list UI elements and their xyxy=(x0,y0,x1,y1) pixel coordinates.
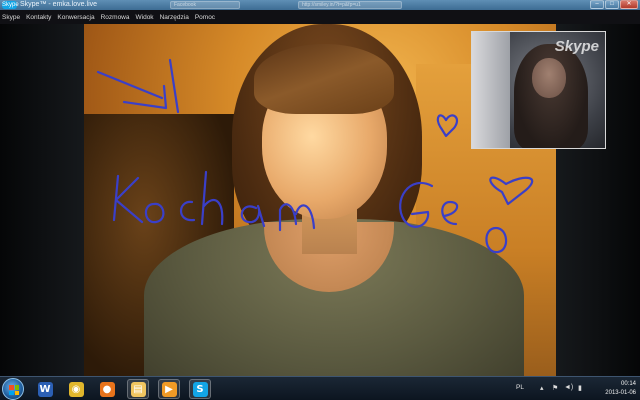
drawn-heart-large xyxy=(489,176,534,206)
menu-conversation[interactable]: Konwersacja xyxy=(57,14,94,21)
chrome-icon-glyph: ◉ xyxy=(68,381,84,397)
media-player-icon[interactable]: ▶ xyxy=(158,379,180,399)
handwriting-m xyxy=(278,203,316,232)
handwriting-g xyxy=(399,182,434,228)
firefox-icon[interactable]: ● xyxy=(96,379,118,399)
explorer-icon-glyph: ▤ xyxy=(130,381,146,397)
preview-curtain xyxy=(472,32,510,148)
firefox-icon-glyph: ● xyxy=(99,381,115,397)
preview-face xyxy=(532,58,566,98)
language-indicator[interactable]: PL xyxy=(516,384,524,391)
start-button[interactable] xyxy=(2,378,24,400)
menu-help[interactable]: Pomoc xyxy=(195,14,215,21)
menu-call[interactable]: Rozmowa xyxy=(101,14,130,21)
word-icon[interactable]: W xyxy=(34,379,56,399)
menu-tools[interactable]: Narzędzia xyxy=(160,14,189,21)
clock-date: 2013-01-06 xyxy=(605,390,636,396)
word-icon-glyph: W xyxy=(37,381,53,397)
drawing-strokes xyxy=(96,58,534,254)
background-tab: Facebook xyxy=(170,1,240,9)
handwriting-e xyxy=(441,200,459,226)
handwriting-a xyxy=(240,204,266,228)
maximize-icon[interactable]: □ xyxy=(605,0,619,9)
drawn-arrow xyxy=(96,58,180,114)
window-title: Skype™ - emka.love.live xyxy=(20,1,98,8)
chrome-icon[interactable]: ◉ xyxy=(65,379,87,399)
network-icon[interactable]: ▮ xyxy=(578,384,582,392)
menu-contacts[interactable]: Kontakty xyxy=(26,14,51,21)
menu-skype[interactable]: Skype xyxy=(2,14,20,21)
system-tray: PL ▴ ⚑ ◄) ▮ 00:14 2013-01-06 xyxy=(516,377,636,400)
menu-view[interactable]: Widok xyxy=(136,14,154,21)
show-hidden-icons-icon[interactable]: ▴ xyxy=(540,384,544,392)
background-tab: http://smiley.in/?t=p&fp=u1 xyxy=(298,1,402,9)
skype-icon[interactable]: S xyxy=(189,379,211,399)
handwriting-o2 xyxy=(485,226,508,254)
handwriting-h xyxy=(200,170,224,226)
left-letterbox xyxy=(0,24,84,376)
minimize-icon[interactable]: – xyxy=(590,0,604,9)
windows-taskbar: W ◉ ● ▤ ▶ S PL ▴ ⚑ ◄) ▮ 00:14 2013-01-06 xyxy=(0,376,640,400)
handwriting-c xyxy=(179,200,196,222)
skype-logo-icon: Skype xyxy=(2,1,19,9)
windows-logo-icon xyxy=(9,385,19,395)
desktop-screen: Skype Skype™ - emka.love.live Facebook h… xyxy=(0,0,640,400)
self-video-preview[interactable]: Skype xyxy=(471,31,606,149)
explorer-icon[interactable]: ▤ xyxy=(127,379,149,399)
caption-buttons: – □ ✕ xyxy=(590,0,638,10)
drawn-heart-small xyxy=(436,114,459,138)
handwriting-k xyxy=(112,174,144,224)
video-call-area: Skype xyxy=(0,24,640,376)
window-title-bar[interactable]: Skype Skype™ - emka.love.live Facebook h… xyxy=(0,0,640,10)
tray-clock[interactable]: 00:14 2013-01-06 xyxy=(605,380,636,398)
menu-bar: Skype Kontakty Konwersacja Rozmowa Widok… xyxy=(0,10,640,24)
clock-time: 00:14 xyxy=(620,381,636,387)
skype-watermark-logo: Skype xyxy=(554,38,599,55)
close-icon[interactable]: ✕ xyxy=(620,0,638,9)
media-player-icon-glyph: ▶ xyxy=(161,381,177,397)
action-center-flag-icon[interactable]: ⚑ xyxy=(552,384,558,392)
handwriting-o1 xyxy=(144,202,165,224)
volume-icon[interactable]: ◄) xyxy=(564,384,573,391)
skype-icon-glyph: S xyxy=(192,381,208,397)
